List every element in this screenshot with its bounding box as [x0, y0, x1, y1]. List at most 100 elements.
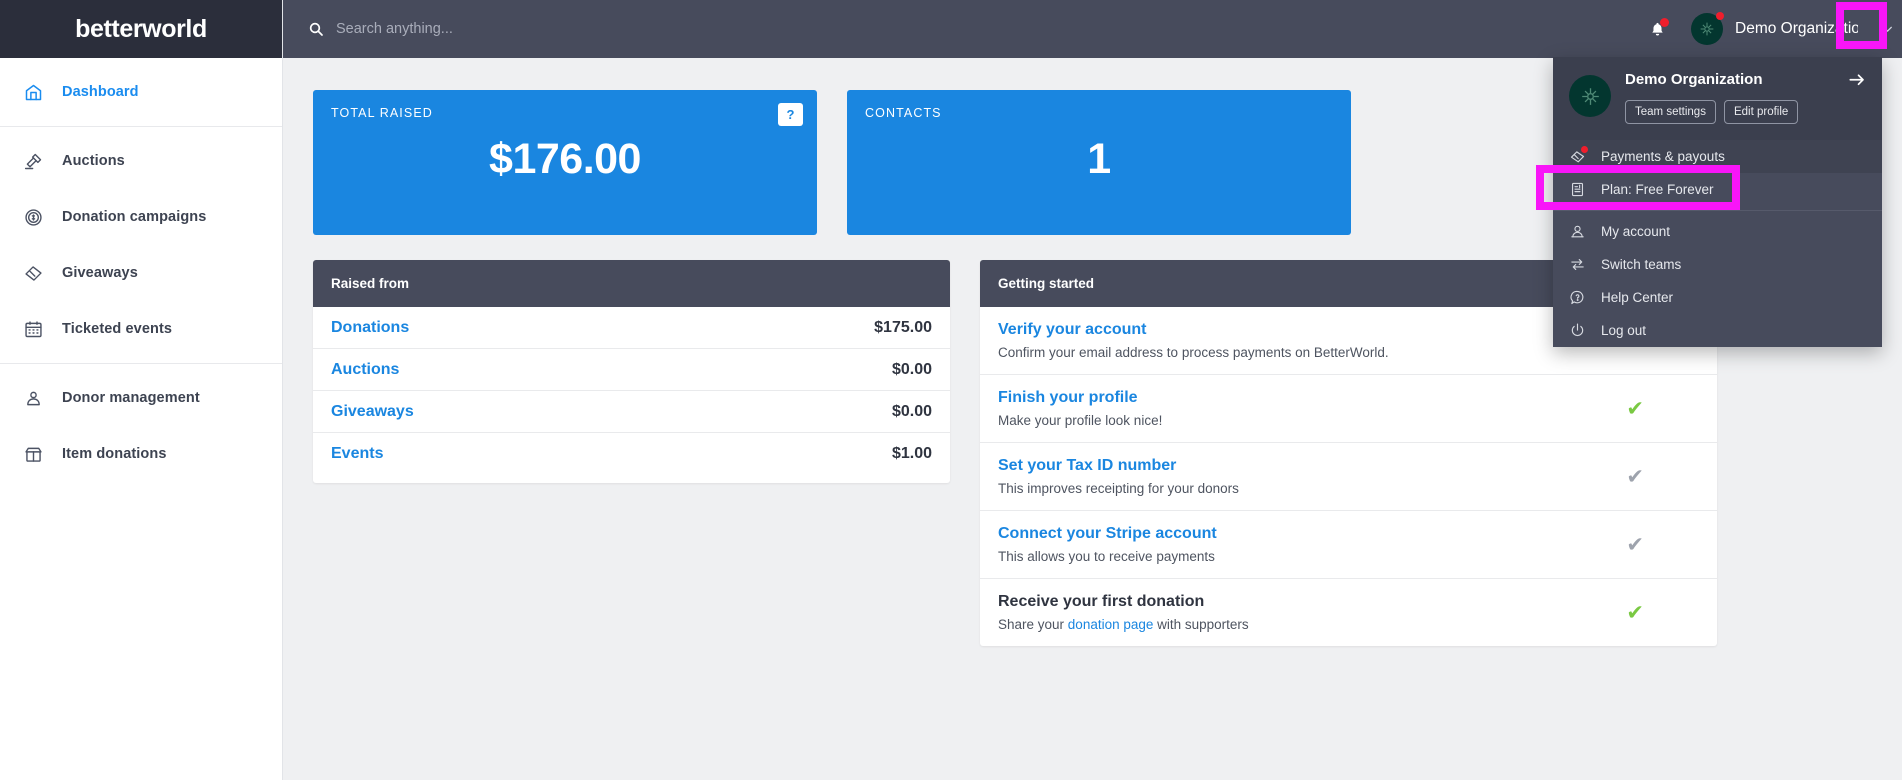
menu-item-payments-payouts[interactable]: Payments & payouts — [1553, 140, 1882, 173]
menu-item-plan[interactable]: Plan: Free Forever — [1553, 173, 1882, 206]
coin-dollar-icon — [22, 206, 44, 228]
help-icon[interactable]: ? — [778, 103, 803, 126]
switch-arrows-icon — [1567, 255, 1587, 275]
sidebar-item-label: Donor management — [62, 390, 200, 406]
notifications-button[interactable] — [1637, 9, 1677, 49]
task-title-link[interactable]: Connect your Stripe account — [998, 525, 1699, 543]
table-row: Events $1.00 — [313, 433, 950, 475]
chevron-down-icon — [1882, 26, 1892, 32]
top-bar: Demo Organizatio — [283, 0, 1902, 58]
list-item: Finish your profile Make your profile lo… — [980, 375, 1717, 443]
task-desc-post: with supporters — [1153, 617, 1249, 632]
menu-badge — [1581, 145, 1588, 153]
question-bubble-icon — [1567, 288, 1587, 308]
sidebar-item-label: Ticketed events — [62, 321, 173, 337]
raised-from-panel: Raised from Donations $175.00 Auctions $… — [313, 260, 950, 483]
sidebar: betterworld Dashboard Auctions Donation … — [0, 0, 283, 780]
organization-name: Demo Organizatio — [1735, 20, 1858, 37]
task-title: Receive your first donation — [998, 593, 1205, 610]
invoice-icon — [1567, 180, 1587, 200]
donation-page-link[interactable]: donation page — [1068, 617, 1154, 632]
dropdown-header-body: Demo Organization Team settings Edit pro… — [1625, 71, 1866, 124]
task-title-link[interactable]: Set your Tax ID number — [998, 457, 1699, 475]
stat-card-label: TOTAL RAISED — [331, 106, 433, 120]
calendar-icon — [22, 318, 44, 340]
dropdown-divider — [1553, 210, 1882, 211]
organization-dropdown-menu: Demo Organization Team settings Edit pro… — [1553, 57, 1882, 347]
sidebar-item-dashboard[interactable]: Dashboard — [0, 64, 282, 120]
sidebar-divider-1 — [0, 126, 282, 127]
stat-card-value: $176.00 — [489, 135, 641, 183]
dropdown-header-buttons: Team settings Edit profile — [1625, 100, 1866, 124]
raised-amount: $175.00 — [874, 318, 932, 336]
top-bar-right: Demo Organizatio — [1637, 0, 1902, 58]
menu-item-my-account[interactable]: My account — [1553, 215, 1882, 248]
compass-rose-icon — [1581, 87, 1599, 105]
compass-rose-icon — [1700, 22, 1714, 36]
sidebar-item-label: Donation campaigns — [62, 209, 207, 225]
menu-item-help-center[interactable]: Help Center — [1553, 281, 1882, 314]
sidebar-item-auctions[interactable]: Auctions — [0, 133, 282, 189]
search-container — [308, 21, 1637, 37]
check-icon: ✔ — [1626, 533, 1644, 556]
sidebar-group-management: Donor management Item donations — [0, 370, 282, 482]
sidebar-item-ticketed-events[interactable]: Ticketed events — [0, 301, 282, 357]
getting-started-list: Verify your account Confirm your email a… — [980, 307, 1717, 646]
sidebar-item-donation-campaigns[interactable]: Donation campaigns — [0, 189, 282, 245]
sidebar-item-donor-management[interactable]: Donor management — [0, 370, 282, 426]
menu-item-switch-teams[interactable]: Switch teams — [1553, 248, 1882, 281]
notification-badge — [1660, 18, 1669, 27]
organization-dropdown-toggle[interactable] — [1872, 14, 1902, 44]
raised-from-list: Donations $175.00 Auctions $0.00 Giveawa… — [313, 307, 950, 483]
check-icon: ✔ — [1626, 397, 1644, 420]
task-title-link[interactable]: Finish your profile — [998, 389, 1699, 407]
ticket-icon — [22, 262, 44, 284]
dropdown-header: Demo Organization Team settings Edit pro… — [1553, 57, 1882, 140]
user-icon — [1567, 222, 1587, 242]
raised-amount: $0.00 — [891, 402, 932, 420]
organization-menu-trigger[interactable]: Demo Organizatio — [1677, 0, 1902, 58]
sidebar-group-fundraising: Auctions Donation campaigns Giveaways Ti… — [0, 133, 282, 357]
task-description: Make your profile look nice! — [998, 413, 1163, 428]
menu-item-log-out[interactable]: Log out — [1553, 314, 1882, 347]
check-icon: ✔ — [1626, 601, 1644, 624]
brand-name: betterworld — [75, 14, 207, 43]
raised-source-link[interactable]: Events — [331, 445, 383, 463]
task-description: This allows you to receive payments — [998, 549, 1215, 564]
stat-card-label: CONTACTS — [865, 106, 942, 120]
gift-box-icon — [22, 443, 44, 465]
task-description: This improves receipting for your donors — [998, 481, 1239, 496]
menu-item-label: My account — [1601, 224, 1671, 239]
raised-source-link[interactable]: Donations — [331, 319, 409, 337]
raised-source-link[interactable]: Giveaways — [331, 403, 414, 421]
task-desc-pre: Share your — [998, 617, 1068, 632]
raised-source-link[interactable]: Auctions — [331, 361, 399, 379]
list-item: Set your Tax ID number This improves rec… — [980, 443, 1717, 511]
menu-item-label: Help Center — [1601, 290, 1674, 305]
sidebar-item-giveaways[interactable]: Giveaways — [0, 245, 282, 301]
menu-item-label: Switch teams — [1601, 257, 1682, 272]
app-root: betterworld Dashboard Auctions Donation … — [0, 0, 1902, 780]
task-description: Share your donation page with supporters — [998, 617, 1699, 632]
stat-card-total-raised: TOTAL RAISED ? $176.00 — [313, 90, 817, 235]
team-settings-button[interactable]: Team settings — [1625, 100, 1716, 124]
menu-item-label: Payments & payouts — [1601, 149, 1725, 164]
search-input[interactable] — [336, 21, 756, 37]
sidebar-item-item-donations[interactable]: Item donations — [0, 426, 282, 482]
dropdown-title-row: Demo Organization — [1625, 71, 1866, 88]
edit-profile-button[interactable]: Edit profile — [1723, 100, 1799, 124]
table-row: Donations $175.00 — [313, 307, 950, 349]
menu-item-label: Log out — [1601, 323, 1647, 338]
task-description: Confirm your email address to process pa… — [998, 345, 1389, 360]
people-icon — [22, 387, 44, 409]
brand-logo[interactable]: betterworld — [0, 0, 282, 58]
avatar — [1691, 12, 1724, 45]
panel-title: Raised from — [313, 260, 950, 307]
arrow-right-icon[interactable] — [1848, 73, 1866, 87]
check-icon: ✔ — [1626, 465, 1644, 488]
sidebar-item-label: Item donations — [62, 446, 167, 462]
sidebar-item-label: Giveaways — [62, 265, 138, 281]
sidebar-group-primary: Dashboard — [0, 64, 282, 120]
sidebar-nav: Dashboard Auctions Donation campaigns Gi… — [0, 58, 282, 482]
organization-title: Demo Organization — [1625, 71, 1763, 88]
